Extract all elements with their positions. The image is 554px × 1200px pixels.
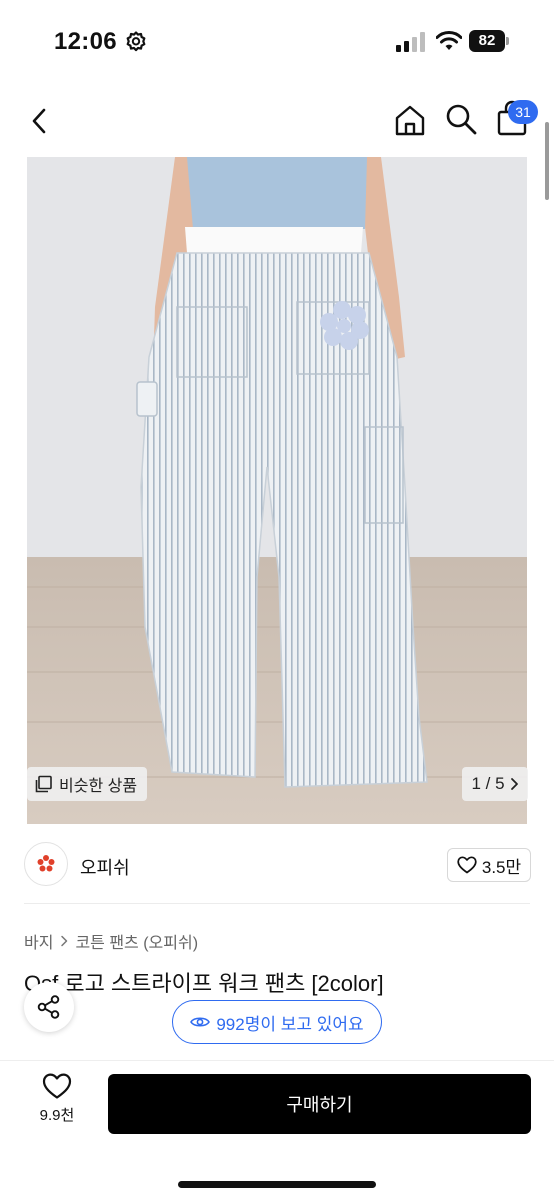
brand-name[interactable]: 오피쉬	[80, 854, 130, 880]
signal-icon	[396, 32, 425, 52]
breadcrumb: 바지 코튼 팬츠 (오피쉬)	[24, 929, 198, 953]
similar-items-icon	[35, 775, 52, 793]
gear-icon	[126, 31, 146, 52]
share-icon	[37, 995, 60, 1019]
product-image[interactable]	[27, 157, 527, 824]
status-time: 12:06	[54, 28, 117, 55]
back-arrow-icon[interactable]	[24, 104, 56, 138]
chevron-right-icon	[510, 778, 518, 790]
brand-logo[interactable]	[24, 842, 68, 886]
battery-level: 82	[469, 30, 505, 52]
scrollbar[interactable]	[545, 122, 549, 200]
similar-products-button[interactable]: 비슷한 상품	[27, 767, 147, 801]
heart-icon	[42, 1073, 72, 1099]
eye-icon	[190, 1017, 211, 1027]
brand-row[interactable]: 오피쉬 3.5만	[0, 836, 554, 902]
divider	[24, 903, 530, 904]
breadcrumb-category[interactable]: 바지	[24, 929, 53, 953]
wifi-icon	[436, 31, 462, 50]
nav-bar	[0, 90, 554, 152]
similar-products-label: 비슷한 상품	[59, 778, 138, 795]
status-bar: 12:06 82	[0, 0, 554, 84]
cart-count-badge: 31	[508, 100, 538, 124]
product-title: Osf 로고 스트라이프 워크 팬츠 [2color]	[24, 971, 384, 996]
home-icon[interactable]	[392, 102, 428, 138]
image-page-indicator[interactable]: 1 / 5	[462, 767, 528, 801]
search-icon[interactable]	[444, 102, 478, 136]
brand-like-count: 3.5만	[481, 857, 522, 877]
wishlist-button[interactable]: 9.9천	[30, 1072, 84, 1134]
viewers-badge: 992명이 보고 있어요	[172, 1000, 382, 1044]
brand-like-button[interactable]: 3.5만	[447, 848, 531, 882]
home-indicator	[178, 1181, 376, 1188]
breadcrumb-subcategory[interactable]: 코튼 팬츠 (오피쉬)	[75, 929, 198, 953]
heart-icon	[457, 856, 477, 874]
product-photo	[27, 157, 527, 824]
chevron-right-icon	[61, 935, 68, 947]
page-count: 1 / 5	[471, 774, 505, 793]
battery-indicator: 82	[469, 30, 509, 52]
share-button[interactable]	[24, 982, 74, 1032]
flower-logo-icon	[37, 855, 55, 872]
wishlist-count: 9.9천	[39, 1107, 75, 1124]
viewers-text: 992명이 보고 있어요	[216, 1014, 364, 1034]
buy-button[interactable]: 구매하기	[108, 1074, 531, 1134]
